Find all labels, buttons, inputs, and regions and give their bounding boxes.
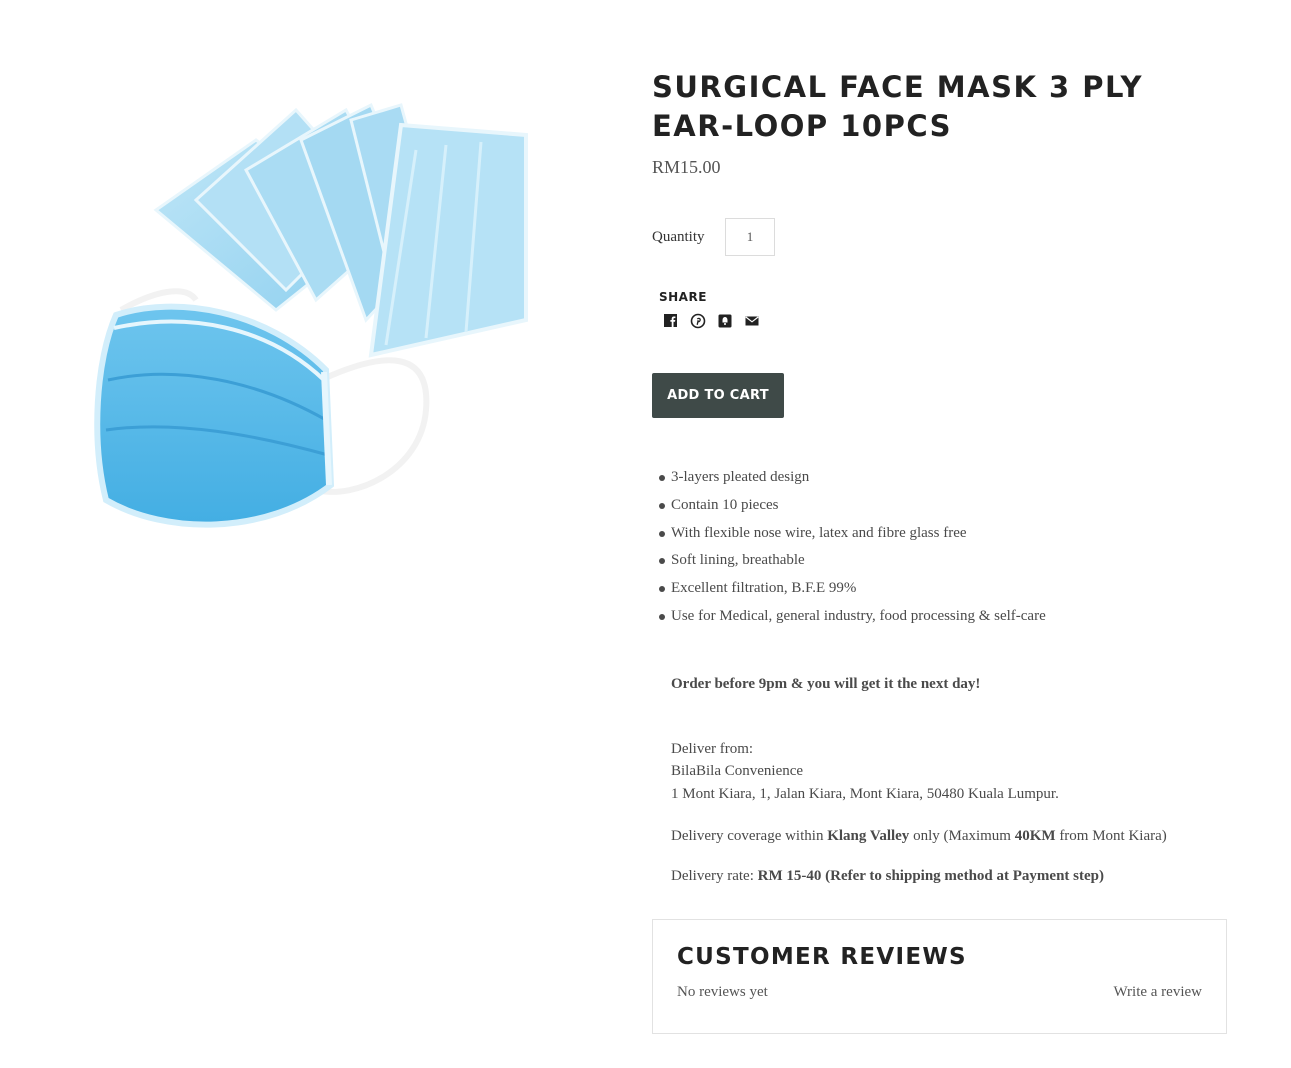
deliver-from-block: Deliver from: BilaBila Convenience 1 Mon… <box>671 738 1232 806</box>
face-mask-image <box>94 102 528 528</box>
coverage-region: Klang Valley <box>827 828 910 845</box>
deliver-from-label: Deliver from: <box>671 740 754 757</box>
add-to-cart-button[interactable]: ADD TO CART <box>652 373 784 418</box>
list-item: Soft lining, breathable <box>658 547 1232 575</box>
reviews-title: CUSTOMER REVIEWS <box>677 944 967 970</box>
customer-reviews-panel: CUSTOMER REVIEWS No reviews yet Write a … <box>652 919 1227 1034</box>
write-review-link[interactable]: Write a review <box>1113 984 1202 1001</box>
product-info: SURGICAL FACE MASK 3 PLY EAR-LOOP 10PCS … <box>652 68 1232 885</box>
product-title: SURGICAL FACE MASK 3 PLY EAR-LOOP 10PCS <box>652 70 1144 143</box>
product-image[interactable] <box>86 80 546 550</box>
pinterest-icon[interactable] <box>690 313 706 329</box>
coverage-distance: 40KM <box>1014 828 1056 845</box>
share-label: SHARE <box>659 290 707 304</box>
store-name: BilaBila Convenience <box>671 763 804 780</box>
share-section: SHARE <box>652 290 1232 329</box>
facebook-icon[interactable] <box>663 313 679 329</box>
coverage-suffix: from Mont Kiara) <box>1055 828 1167 845</box>
feature-list: 3-layers pleated design Contain 10 piece… <box>652 464 1232 631</box>
delivery-coverage: Delivery coverage within Klang Valley on… <box>671 828 1232 845</box>
quantity-label: Quantity <box>652 228 705 245</box>
delivery-rate: Delivery rate: RM 15-40 (Refer to shippi… <box>671 868 1232 885</box>
rate-prefix: Delivery rate: <box>671 868 758 885</box>
quantity-input[interactable] <box>725 218 775 256</box>
list-item: Use for Medical, general industry, food … <box>658 603 1232 631</box>
list-item: Contain 10 pieces <box>658 492 1232 520</box>
product-price: RM15.00 <box>652 157 721 177</box>
store-address: 1 Mont Kiara, 1, Jalan Kiara, Mont Kiara… <box>671 785 1059 802</box>
reviews-row: No reviews yet Write a review <box>677 984 1202 1001</box>
rate-value: RM 15-40 (Refer to shipping method at Pa… <box>757 868 1104 885</box>
order-note: Order before 9pm & you will get it the n… <box>671 675 981 692</box>
share-icons <box>659 313 1232 329</box>
email-icon[interactable] <box>744 313 760 329</box>
list-item: Excellent filtration, B.F.E 99% <box>658 575 1232 603</box>
list-item: With flexible nose wire, latex and fibre… <box>658 520 1232 548</box>
fancy-icon[interactable] <box>717 313 733 329</box>
delivery-info: Order before 9pm & you will get it the n… <box>652 676 1232 886</box>
coverage-middle: only (Maximum <box>909 828 1015 845</box>
quantity-row: Quantity <box>652 218 1232 256</box>
no-reviews-text: No reviews yet <box>677 984 768 1000</box>
coverage-prefix: Delivery coverage within <box>671 828 828 845</box>
list-item: 3-layers pleated design <box>658 464 1232 492</box>
